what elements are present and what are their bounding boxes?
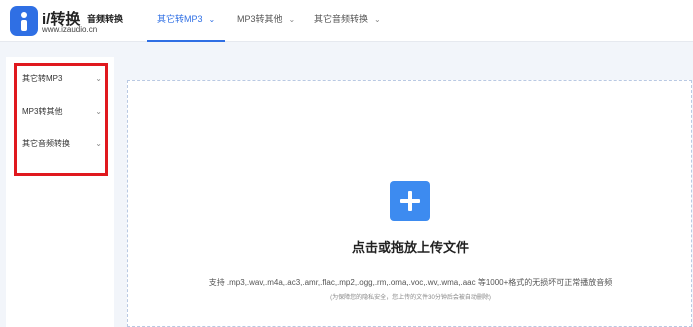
tab-other-audio-convert[interactable]: 其它音频转换 ⌄ [314,0,381,42]
privacy-note: (为保障您的隐私安全，您上传的文件30分钟后会被自动删除) [330,295,491,301]
highlight-annotation-box [14,63,108,176]
tab-label: 其它转MP3 [157,14,203,24]
watermark [276,303,436,327]
logo-subtitle: 音频转换 [87,14,124,24]
tab-mp3-to-other[interactable]: MP3转其他 ⌄ [237,0,295,42]
upload-plus-button[interactable] [390,181,430,221]
logo-url: www.izaudio.cn [42,25,98,34]
info-logo-icon [10,6,38,36]
chevron-down-icon: ⌄ [288,15,296,24]
site-logo[interactable]: i/转换 音频转换 www.izaudio.cn [10,6,130,38]
chevron-down-icon: ⌄ [208,15,216,24]
supported-formats-text: 支持 .mp3,.wav,.m4a,.ac3,.amr,.flac,.mp2,.… [208,278,613,287]
chevron-down-icon: ⌄ [374,15,381,24]
top-header: i/转换 音频转换 www.izaudio.cn 其它转MP3 ⌄ MP3转其他 ⌄… [0,0,693,42]
upload-title: 点击或拖放上传文件 [351,240,469,255]
tab-label: 其它音频转换 [314,14,369,24]
tab-label: MP3转其他 [237,14,283,24]
upload-dropzone[interactable]: 点击或拖放上传文件 支持 .mp3,.wav,.m4a,.ac3,.amr,.f… [127,80,692,327]
tab-other-to-mp3[interactable]: 其它转MP3 ⌄ [147,0,226,42]
